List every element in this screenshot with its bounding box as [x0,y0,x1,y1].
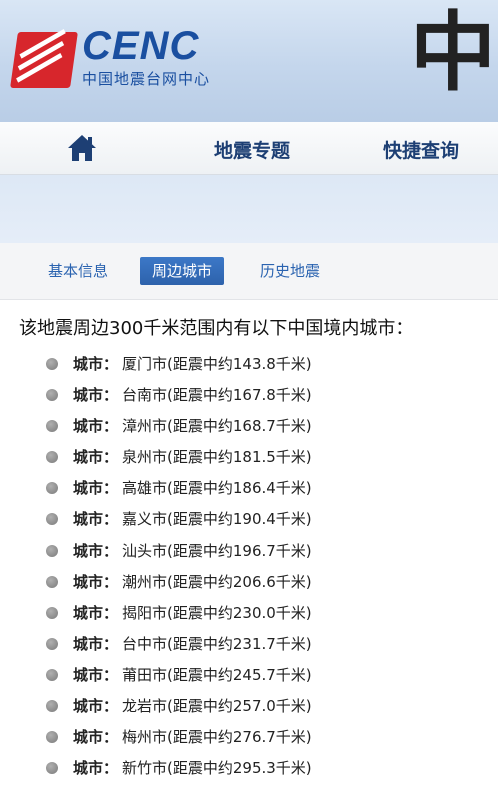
bullet-icon [46,451,58,464]
main-navbar: 地震专题 快捷查询 [0,122,498,175]
city-label: 城市： [73,479,119,498]
cenc-logo-icon[interactable] [10,28,78,88]
city-value: 漳州市(距震中约168.7千米) [122,417,312,436]
city-label: 城市： [73,634,119,653]
city-value: 嘉义市(距震中约190.4千米) [122,510,312,529]
logo-subtitle: 中国地震台网中心 [82,70,211,88]
tab-nearby-cities[interactable]: 周边城市 [140,257,225,285]
bullet-icon [46,668,58,681]
list-item: 城市： 嘉义市(距震中约190.4千米) [0,504,498,535]
city-value: 高雄市(距震中约186.4千米) [122,479,312,498]
list-item: 城市： 揭阳市(距震中约230.0千米) [0,598,498,629]
bullet-icon [46,700,58,713]
bullet-icon [46,637,58,650]
list-item: 城市： 梅州市(距震中约276.7千米) [0,722,498,753]
list-item: 城市： 厦门市(距震中约143.8千米) [0,349,498,380]
city-label: 城市： [73,510,119,529]
city-value: 厦门市(距震中约143.8千米) [122,355,312,373]
list-item: 城市： 高雄市(距震中约186.4千米) [0,473,498,504]
city-label: 城市： [73,417,119,436]
city-label: 城市： [73,728,119,747]
city-label: 城市： [73,665,119,684]
list-item: 城市： 龙岩市(距震中约257.0千米) [0,691,498,722]
city-label: 城市： [73,448,119,467]
bullet-icon [46,762,58,775]
list-item: 城市： 莆田市(距震中约245.7千米) [0,660,498,691]
bullet-icon [46,513,58,526]
list-item: 城市： 新竹市(距震中约295.3千米) [0,753,498,784]
bullet-icon [46,420,58,433]
city-value: 泉州市(距震中约181.5千米) [122,448,312,467]
list-item: 城市： 台中市(距震中约231.7千米) [0,629,498,660]
list-item: 城市： 台南市(距震中约167.8千米) [0,380,498,411]
calligraphy-character: 中 [410,2,496,103]
city-value: 台中市(距震中约231.7千米) [122,634,312,653]
list-item: 城市： 漳州市(距震中约168.7千米) [0,411,498,442]
city-label: 城市： [73,541,119,560]
list-item: 城市： 潮州市(距震中约206.6千米) [0,567,498,598]
city-value: 新竹市(距震中约295.3千米) [122,759,312,778]
city-value: 揭阳市(距震中约230.0千米) [122,603,312,622]
tab-basic-info[interactable]: 基本信息 [48,257,108,285]
city-value: 龙岩市(距震中约257.0千米) [122,697,312,716]
city-label: 城市： [73,572,119,591]
banner-band [0,175,498,243]
city-label: 城市： [73,386,119,405]
detail-tabs: 基本信息 周边城市 历史地震 [0,243,498,300]
city-value: 莆田市(距震中约245.7千米) [122,665,312,684]
city-value: 梅州市(距震中约276.7千米) [122,728,312,747]
logo-text[interactable]: CENC [82,24,199,69]
bullet-icon [46,389,58,402]
bullet-icon [46,575,58,588]
tab-historical-earthquakes[interactable]: 历史地震 [260,257,320,285]
city-label: 城市： [73,603,119,622]
city-value: 汕头市(距震中约196.7千米) [122,541,312,560]
bullet-icon [46,731,58,744]
city-label: 城市： [73,759,119,778]
city-value: 潮州市(距震中约206.6千米) [122,572,312,591]
city-value: 台南市(距震中约167.8千米) [122,386,312,405]
bullet-icon [46,358,58,370]
list-item: 城市： 汕头市(距震中约196.7千米) [0,536,498,567]
city-list: 城市： 厦门市(距震中约143.8千米) 城市： 台南市(距震中约167.8千米) … [0,349,498,784]
city-label: 城市： [73,355,119,373]
bullet-icon [46,482,58,495]
home-icon[interactable] [66,132,98,164]
city-label: 城市： [73,697,119,716]
site-header: CENC 中国地震台网中心 中 [0,0,498,122]
bullet-icon [46,544,58,557]
bullet-icon [46,606,58,619]
list-item: 城市： 泉州市(距震中约181.5千米) [0,442,498,473]
nav-item-quick-query[interactable]: 快捷查询 [383,136,459,163]
intro-text: 该地震周边300千米范围内有以下中国境内城市： [19,318,414,339]
nav-item-earthquake-topics[interactable]: 地震专题 [214,136,290,163]
